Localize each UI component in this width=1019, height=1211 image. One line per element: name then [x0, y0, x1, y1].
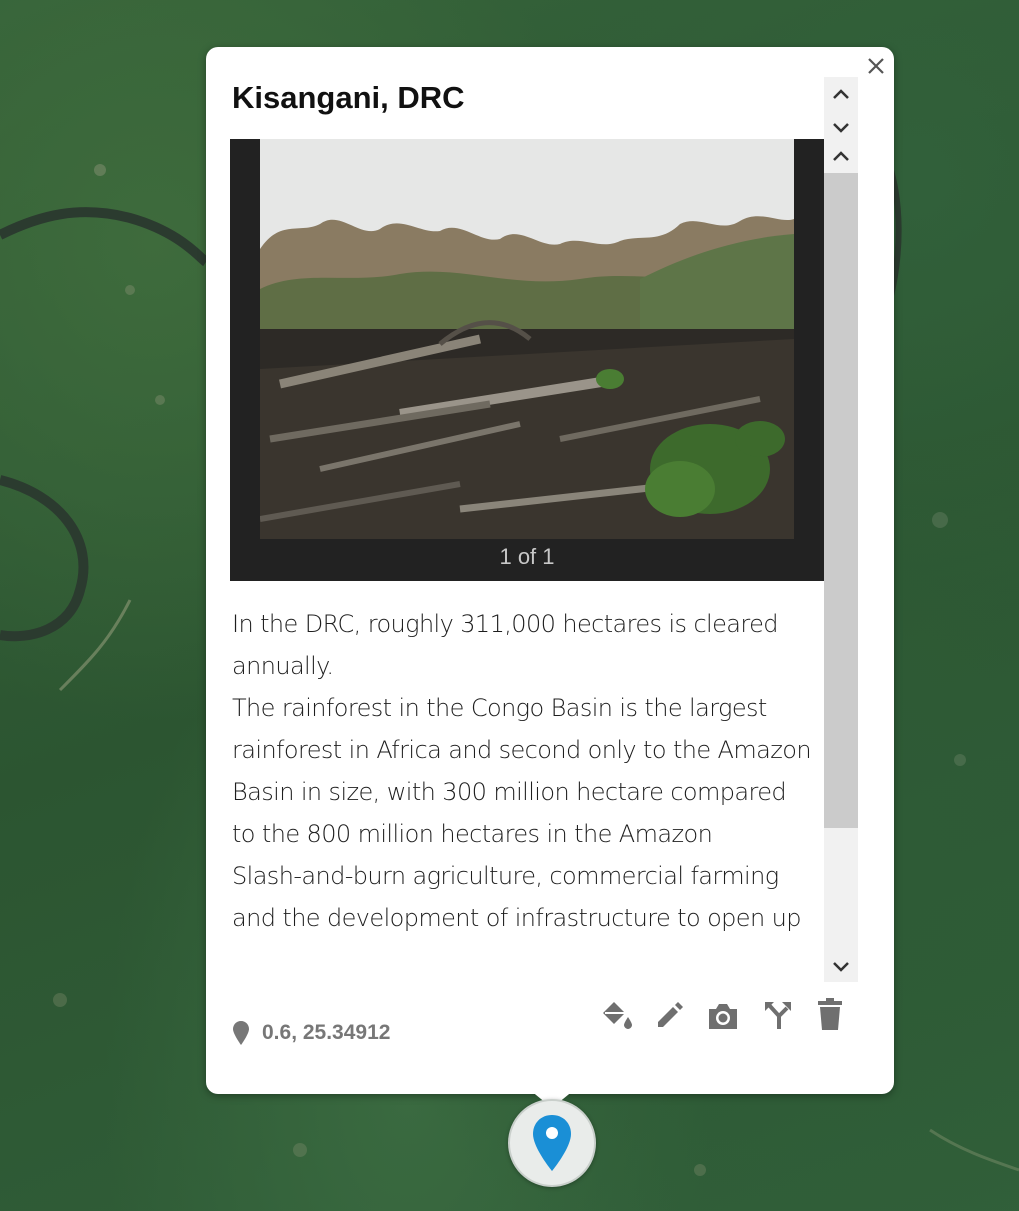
map-marker[interactable]	[508, 1099, 596, 1187]
photo-deforestation	[260, 139, 794, 539]
chevron-down-icon	[833, 962, 849, 972]
chevron-down-icon	[833, 123, 849, 133]
description-paragraph: Slash-and-burn agriculture, commercial f…	[232, 862, 801, 932]
edit-button[interactable]	[651, 997, 687, 1033]
camera-icon	[709, 1004, 737, 1029]
scroll-bottom-down-button[interactable]	[824, 953, 858, 981]
style-button[interactable]	[598, 997, 634, 1033]
coordinates-readout: 0.6, 25.34912	[232, 1020, 390, 1046]
trash-icon	[818, 998, 842, 1030]
scroll-up-button[interactable]	[824, 80, 858, 108]
close-button[interactable]	[862, 52, 890, 80]
location-pin-icon	[533, 1115, 571, 1171]
chevron-up-icon	[833, 151, 849, 161]
directions-button[interactable]	[760, 997, 796, 1033]
gallery-photo[interactable]	[260, 139, 794, 539]
scrollbar-thumb[interactable]	[824, 173, 858, 828]
scroll-down-button[interactable]	[824, 114, 858, 142]
add-photo-button[interactable]	[705, 998, 741, 1034]
pencil-icon	[658, 1002, 683, 1027]
branch-icon	[765, 1002, 791, 1029]
popup-description: In the DRC, roughly 311,000 hectares is …	[232, 603, 812, 983]
paint-bucket-icon	[603, 1002, 632, 1029]
location-pin-icon	[233, 1021, 249, 1045]
close-icon	[868, 58, 884, 74]
scroll-page-up-button[interactable]	[824, 142, 858, 170]
popup-title: Kisangani, DRC	[232, 80, 465, 115]
delete-button[interactable]	[812, 996, 848, 1032]
coordinates-value: 0.6, 25.34912	[262, 1021, 391, 1044]
image-gallery[interactable]: 1 of 1	[230, 139, 824, 581]
gallery-counter: 1 of 1	[499, 544, 555, 569]
description-paragraph: The rainforest in the Congo Basin is the…	[232, 694, 812, 848]
description-paragraph: In the DRC, roughly 311,000 hectares is …	[232, 610, 779, 680]
chevron-up-icon	[833, 89, 849, 99]
